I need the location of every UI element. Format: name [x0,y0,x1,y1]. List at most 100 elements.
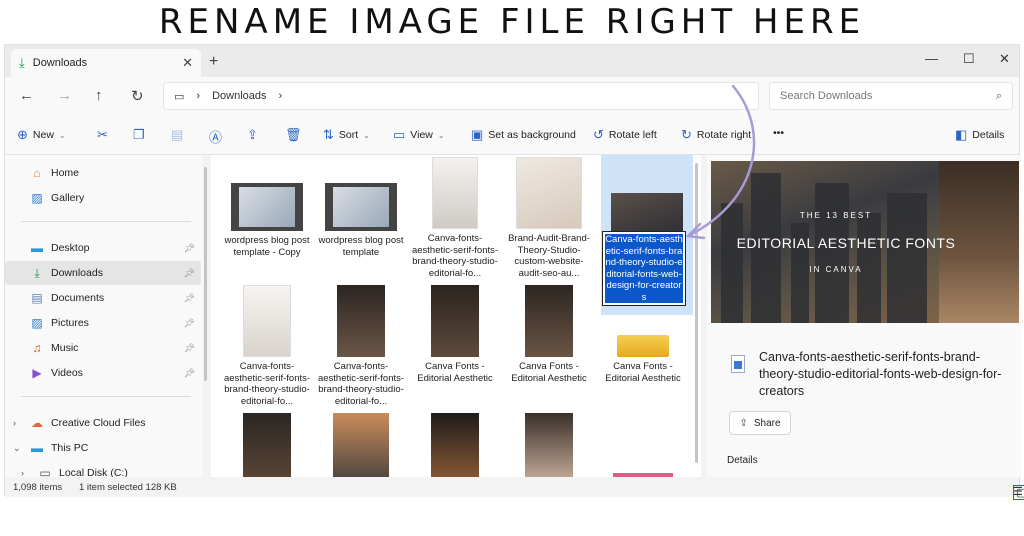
file-name: Canva-fonts-aesthetic-serif-fonts-brand-… [317,361,405,407]
maximize-button[interactable]: ☐ [963,51,975,67]
file-tile[interactable]: Canva-fonts-aesthetic-serif-fonts-brand-… [221,285,313,407]
pin-icon: 📌︎ [183,292,195,303]
rotate-left-label: Rotate left [608,129,657,141]
wallpaper-icon: ▣ [471,127,484,142]
image-thumbnail [333,413,389,477]
preview-caption: IN CANVA [809,265,863,274]
address-bar[interactable]: ▭ › Downloads › [163,82,759,110]
rotate-right-button[interactable]: ↻ Rotate right [681,127,751,143]
tab-downloads[interactable]: ⤓ Downloads ✕ [11,49,201,77]
sidebar-item-label: Gallery [51,192,85,204]
pin-icon: 📌︎ [183,317,195,328]
documents-icon: ▤ [31,291,43,305]
file-tile[interactable] [221,413,313,477]
copy-icon[interactable]: ❐ [133,127,145,143]
delete-icon[interactable]: 🗑︎ [285,127,302,143]
refresh-icon[interactable]: ↻ [131,87,144,105]
search-icon: ⌕ [995,89,1002,102]
selection-info: 1 item selected 128 KB [79,482,177,493]
breadcrumb-downloads[interactable]: Downloads [212,90,266,102]
new-label: New [32,129,54,141]
sidebar-item-music[interactable]: ♫ Music 📌︎ [5,336,201,360]
details-label: Details [972,129,1005,141]
rename-icon[interactable]: Ⓐ [209,127,222,146]
file-tile[interactable]: wordpress blog post template [315,183,407,258]
banner-title: RENAME IMAGE FILE RIGHT HERE [158,2,866,42]
new-button[interactable]: ⊕ New ⌄ [17,127,66,143]
sidebar-scrollbar[interactable] [204,167,207,381]
file-name: Canva Fonts - Editorial Aesthetic [605,361,681,384]
image-thumbnail [432,157,478,229]
sidebar-item-pictures[interactable]: ▨ Pictures 📌︎ [5,311,201,335]
sidebar-item-documents[interactable]: ▤ Documents 📌︎ [5,286,201,310]
sidebar-item-label: Home [51,167,80,179]
file-tile[interactable]: Canva-fonts-aesthetic-serif-fonts-brand-… [409,157,501,279]
sidebar-item-gallery[interactable]: ▨ Gallery [5,186,201,210]
file-grid: wordpress blog post template - Copy word… [211,155,701,477]
item-count: 1,098 items [13,482,63,493]
rotate-left-icon: ↺ [593,127,604,142]
minimize-button[interactable]: — [925,51,938,66]
close-window-button[interactable]: ✕ [999,51,1010,67]
sidebar-item-creative-cloud[interactable]: › ☁ Creative Cloud Files [5,411,201,435]
sort-label: Sort [338,129,359,141]
file-tile[interactable]: Brand-Audit-Brand-Theory-Studio-custom-w… [503,157,595,279]
zip-folder-icon [617,285,669,357]
sidebar-item-home[interactable]: ⌂ Home [5,161,201,185]
details-button[interactable]: ◧ Details [955,127,1004,143]
forward-arrow-icon[interactable]: → [57,87,72,104]
file-tile[interactable]: wordpress blog post template - Copy [221,183,313,258]
image-thumbnail [337,285,385,357]
back-arrow-icon[interactable]: ← [19,87,34,104]
tiles-view-icon[interactable]: ▢ [1013,485,1024,500]
cut-icon[interactable]: ✂ [97,127,108,143]
sidebar-item-label: Videos [51,367,83,379]
breadcrumb-separator-icon: › [278,90,283,102]
close-tab-icon[interactable]: ✕ [182,55,193,71]
sidebar-item-label: Documents [51,292,105,304]
chevron-right-icon[interactable]: › [13,418,16,428]
share-button[interactable]: ⇪ Share [729,411,791,435]
image-thumbnail [243,285,291,357]
share-icon[interactable]: ⇪ [247,127,258,143]
file-explorer-window: ⤓ Downloads ✕ + — ☐ ✕ ← → ↑ ↻ ▭ › Downlo… [4,44,1024,500]
sidebar-item-label: This PC [51,442,89,454]
file-tile[interactable]: Canva Fonts - Editorial Aesthetic [597,285,689,384]
image-file-icon [731,355,745,373]
up-arrow-icon[interactable]: ↑ [95,87,103,104]
sidebar-item-label: Desktop [51,242,90,254]
plus-icon: ⊕ [17,127,28,142]
file-tile[interactable] [503,413,595,477]
file-tile[interactable] [409,413,501,477]
sidebar-item-this-pc[interactable]: ⌄ ▬ This PC [5,436,201,460]
sidebar-item-downloads[interactable]: ⤓ Downloads 📌︎ [5,261,201,285]
new-tab-button[interactable]: + [209,53,218,71]
file-tile[interactable] [315,413,407,477]
view-button[interactable]: ▭ View ⌄ [393,127,445,143]
image-preview: THE 13 BEST EDITORIAL AESTHETIC FONTS IN… [711,161,1019,323]
sort-icon: ⇅ [323,127,334,142]
preview-subtitle: THE 13 BEST [799,211,873,220]
search-input[interactable]: Search Downloads ⌕ [769,82,1013,110]
home-icon: ⌂ [33,166,41,180]
details-section-label: Details [727,455,758,466]
image-thumbnail [516,157,582,229]
sidebar-divider [21,396,191,397]
download-icon: ⤓ [19,55,25,70]
breadcrumb-separator-icon: › [196,90,201,102]
set-as-background-button[interactable]: ▣ Set as background [471,127,576,143]
tab-bar: ⤓ Downloads ✕ + — ☐ ✕ [5,45,1019,77]
more-options-button[interactable]: ••• [773,127,784,139]
rotate-left-button[interactable]: ↺ Rotate left [593,127,657,143]
file-name: Canva Fonts - Editorial Aesthetic [417,361,493,384]
sidebar-item-videos[interactable]: ▶ Videos 📌︎ [5,361,201,385]
content-scrollbar[interactable] [695,163,698,463]
file-tile[interactable]: Canva-fonts-aesthetic-serif-fonts-brand-… [315,285,407,407]
file-tile[interactable]: Canva Fonts - Editorial Aesthetic [409,285,501,384]
file-tile[interactable]: Canva Fonts - Editorial Aesthetic [503,285,595,384]
sidebar-item-desktop[interactable]: ▬ Desktop 📌︎ [5,236,201,260]
search-placeholder: Search Downloads [780,90,873,102]
chevron-down-icon[interactable]: ⌄ [13,443,21,454]
paste-icon[interactable]: ▤ [171,127,183,143]
sort-button[interactable]: ⇅ Sort ⌄ [323,127,370,143]
